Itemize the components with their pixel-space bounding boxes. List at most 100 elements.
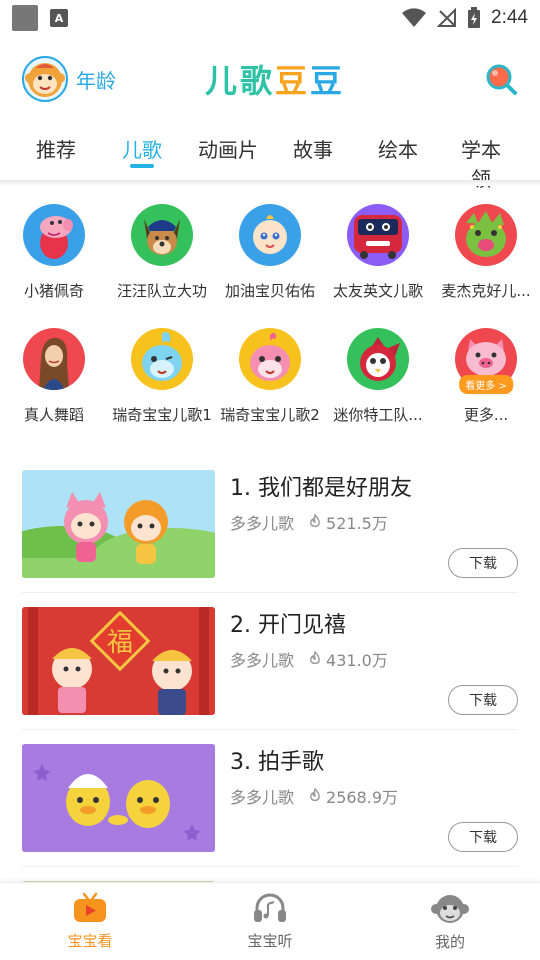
tab-label: 儿歌 (122, 138, 162, 162)
category-dance[interactable]: 真人舞蹈 (0, 322, 108, 446)
tab-label: 推荐 (36, 138, 76, 162)
status-bar: A 2:44 (0, 0, 540, 36)
battery-charging-icon (468, 7, 481, 28)
tab-songs[interactable]: 儿歌 (112, 122, 172, 180)
song-thumbnail[interactable] (22, 744, 215, 852)
rikki-pink-icon (239, 328, 301, 390)
song-title[interactable]: 3. 拍手歌 (230, 744, 324, 776)
nav-mine[interactable]: 我的 (360, 883, 540, 960)
dancing-girl-icon (23, 328, 85, 390)
flame-icon (310, 788, 320, 802)
app-logo: 儿 歌 豆 豆 (205, 56, 343, 102)
play-count-value: 2568.9万 (326, 788, 399, 807)
nav-label: 我的 (434, 933, 465, 951)
nav-label: 宝宝看 (67, 932, 113, 950)
song-meta: 多多儿歌 521.5万 (230, 510, 388, 534)
category-label: 真人舞蹈 (23, 406, 84, 424)
category-rikki-2[interactable]: 瑞奇宝宝儿歌2 (216, 322, 324, 446)
list-item[interactable]: 福 2. 开门见禧 多多儿歌 431.0万 下载 (22, 593, 518, 730)
peppa-pig-icon (23, 204, 85, 266)
play-count-value: 521.5万 (326, 514, 388, 533)
category-paw-patrol[interactable]: 汪汪队立大功 (108, 198, 216, 322)
category-row: 小猪佩奇 汪汪队立大功 加油宝贝佑佑 太友英文儿歌 麦杰克好儿... (0, 198, 540, 322)
tv-play-icon (74, 892, 106, 922)
song-thumbnail[interactable]: 福 (22, 607, 215, 715)
tab-recommend[interactable]: 推荐 (0, 122, 112, 180)
baby-yoyo-icon (239, 204, 301, 266)
bottom-navigation: 宝宝看 宝宝听 我的 (0, 882, 540, 960)
play-count: 431.0万 (308, 647, 388, 671)
tab-skills[interactable]: 学本领 (454, 122, 508, 191)
app-screen: A 2:44 年龄 儿 歌 豆 豆 推荐 儿歌 动画片 故事 绘本 学本领 小猪… (0, 0, 540, 960)
headphones-icon (254, 893, 286, 922)
category-peppa-pig[interactable]: 小猪佩奇 (0, 198, 108, 322)
list-item[interactable]: 3. 拍手歌 多多儿歌 2568.9万 下载 (22, 730, 518, 867)
status-right: 2:44 (401, 7, 528, 29)
category-mini-force[interactable]: 迷你特工队... (324, 322, 432, 446)
song-meta: 多多儿歌 2568.9万 (230, 784, 398, 808)
wifi-icon (402, 8, 427, 27)
nav-watch[interactable]: 宝宝看 (0, 883, 180, 960)
category-label: 瑞奇宝宝儿歌2 (220, 406, 320, 424)
category-row: 真人舞蹈 瑞奇宝宝儿歌1 瑞奇宝宝儿歌2 迷你特工队... 看更多 > 更多..… (0, 322, 540, 446)
mini-force-bird-icon (347, 328, 409, 390)
tab-label: 故事 (293, 138, 333, 162)
see-more-badge: 看更多 > (459, 375, 513, 394)
category-label: 加油宝贝佑佑 (224, 282, 315, 300)
tab-label: 动画片 (198, 138, 258, 162)
category-mcjack[interactable]: 麦杰克好儿... (432, 198, 540, 322)
category-baby-yoyo[interactable]: 加油宝贝佑佑 (216, 198, 324, 322)
category-label: 麦杰克好儿... (441, 282, 531, 300)
age-label: 年龄 (76, 68, 116, 93)
song-channel: 多多儿歌 (230, 514, 295, 533)
monkey-avatar-icon (22, 56, 68, 102)
song-thumbnail[interactable] (22, 470, 215, 578)
play-count: 2568.9万 (308, 784, 398, 808)
status-time: 2:44 (491, 7, 528, 28)
category-label: 小猪佩奇 (23, 282, 84, 300)
active-tab-indicator (130, 164, 154, 168)
list-item[interactable]: 1. 我们都是好朋友 多多儿歌 521.5万 下载 (22, 456, 518, 593)
app-header: 年龄 儿 歌 豆 豆 (0, 50, 540, 110)
tayo-bus-icon (347, 204, 409, 266)
flame-icon (310, 651, 320, 665)
flame-icon (310, 514, 320, 528)
download-button[interactable]: 下载 (448, 822, 518, 852)
category-label: 汪汪队立大功 (116, 282, 207, 300)
tab-animation[interactable]: 动画片 (172, 122, 284, 180)
tab-label: 绘本 (378, 138, 418, 162)
notification-square-icon (12, 5, 38, 31)
category-label: 迷你特工队... (333, 406, 423, 424)
rikki-blue-icon (131, 328, 193, 390)
nav-label: 宝宝听 (247, 932, 293, 950)
search-icon[interactable] (484, 62, 518, 96)
category-tayo[interactable]: 太友英文儿歌 (324, 198, 432, 322)
tab-stories[interactable]: 故事 (284, 122, 342, 180)
category-label: 更多... (463, 406, 509, 424)
play-count-value: 431.0万 (326, 651, 388, 670)
category-tabs: 推荐 儿歌 动画片 故事 绘本 学本领 (0, 122, 540, 191)
age-selector-button[interactable]: 年龄 (22, 56, 116, 102)
play-count: 521.5万 (308, 510, 388, 534)
logo-char: 豆 (310, 62, 344, 100)
song-title[interactable]: 1. 我们都是好朋友 (230, 470, 412, 502)
svg-text:福: 福 (107, 628, 133, 658)
nav-listen[interactable]: 宝宝听 (180, 883, 360, 960)
category-label: 瑞奇宝宝儿歌1 (112, 406, 212, 424)
notification-a-icon: A (50, 9, 68, 27)
status-left: A (12, 5, 68, 31)
tabs-divider (0, 180, 540, 186)
song-channel: 多多儿歌 (230, 788, 295, 807)
category-more[interactable]: 看更多 > 更多... (432, 322, 540, 446)
download-button[interactable]: 下载 (448, 685, 518, 715)
monkey-face-icon (431, 895, 469, 923)
green-monster-icon (455, 204, 517, 266)
song-channel: 多多儿歌 (230, 651, 295, 670)
category-label: 太友英文儿歌 (332, 282, 423, 300)
song-title[interactable]: 2. 开门见禧 (230, 607, 346, 639)
paw-patrol-dog-icon (131, 204, 193, 266)
category-rikki-1[interactable]: 瑞奇宝宝儿歌1 (108, 322, 216, 446)
tab-picture-books[interactable]: 绘本 (342, 122, 454, 180)
song-meta: 多多儿歌 431.0万 (230, 647, 388, 671)
download-button[interactable]: 下载 (448, 548, 518, 578)
